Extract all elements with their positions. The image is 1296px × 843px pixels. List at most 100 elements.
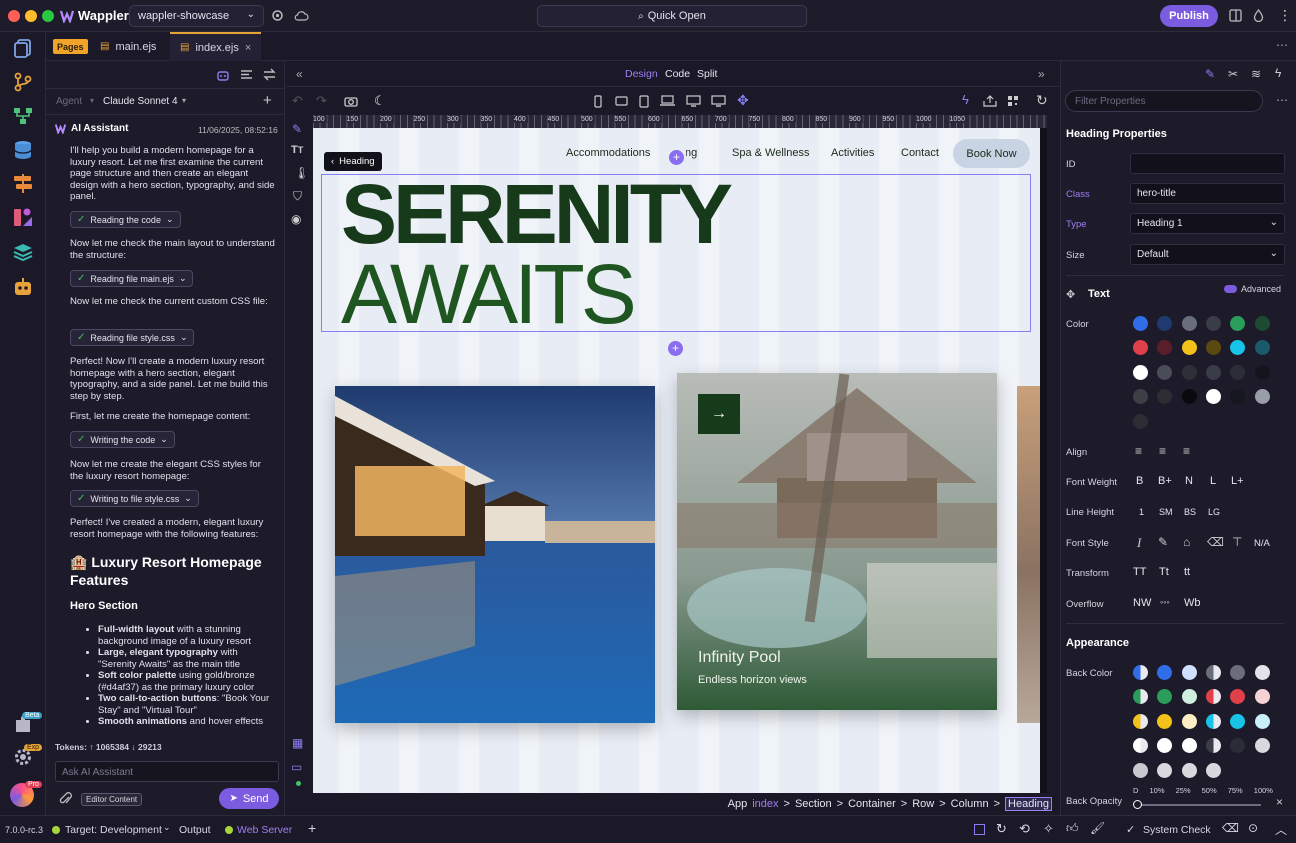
breadcrumb-item-active[interactable]: Heading xyxy=(1005,797,1052,811)
tag-icon[interactable]: ⌂ xyxy=(1183,535,1190,549)
color-swatch[interactable] xyxy=(1157,762,1173,778)
color-swatch[interactable] xyxy=(1181,738,1197,754)
broadcast-icon[interactable]: ⊙ xyxy=(1248,821,1258,835)
color-swatch[interactable] xyxy=(1254,340,1270,356)
clear-close-icon[interactable]: × xyxy=(1276,795,1283,809)
ai-robot-icon[interactable] xyxy=(12,276,34,298)
move-arrows-icon[interactable]: ✥ xyxy=(737,92,749,109)
color-swatch[interactable] xyxy=(1254,389,1270,405)
redo-icon[interactable]: ↷ xyxy=(316,93,327,109)
breadcrumb-item[interactable]: Container xyxy=(848,798,896,810)
square-icon[interactable] xyxy=(974,824,985,835)
color-swatch[interactable] xyxy=(1230,713,1246,729)
italic-icon[interactable]: I xyxy=(1137,535,1141,551)
color-swatch[interactable] xyxy=(1205,738,1221,754)
editor-content-chip[interactable]: Editor Content xyxy=(81,793,143,806)
target-selector[interactable]: Target: Development xyxy=(65,824,162,836)
color-swatch[interactable] xyxy=(1133,665,1148,680)
color-swatch[interactable] xyxy=(1181,340,1197,356)
opacity-slider-track[interactable] xyxy=(1137,804,1261,806)
nav-contact[interactable]: Contact xyxy=(901,147,939,159)
overflow-break-word[interactable]: Wb xyxy=(1184,597,1201,609)
color-swatch[interactable] xyxy=(1254,738,1270,754)
more-horizontal-icon[interactable]: ⋯ xyxy=(1276,93,1288,107)
more-horizontal-icon[interactable]: ⋯ xyxy=(1276,38,1288,52)
design-canvas[interactable]: ‹Heading Accommodations Dining + Spa & W… xyxy=(313,128,1047,793)
transform-lowercase[interactable]: tt xyxy=(1184,566,1190,578)
layout-panel-icon[interactable] xyxy=(1229,9,1242,22)
color-swatch[interactable] xyxy=(1205,713,1221,729)
chat-input[interactable]: Ask AI Assistant xyxy=(55,761,279,782)
collapse-right-icon[interactable]: » xyxy=(1038,67,1045,81)
brush-icon[interactable]: 🖌︎ xyxy=(1090,821,1105,835)
align-center-icon[interactable]: ≡ xyxy=(1159,444,1166,458)
workflow-icon[interactable] xyxy=(12,105,34,127)
swap-icon[interactable] xyxy=(263,68,276,81)
insert-plus-icon[interactable]: + xyxy=(668,341,683,356)
overflow-nowrap[interactable]: NW xyxy=(1133,597,1151,609)
collapse-left-icon[interactable]: « xyxy=(296,67,303,81)
color-swatch[interactable] xyxy=(1254,364,1270,380)
color-swatch[interactable] xyxy=(1157,364,1173,380)
tablet-landscape-icon[interactable] xyxy=(615,96,628,106)
color-swatch[interactable] xyxy=(1254,665,1270,680)
attachment-icon[interactable] xyxy=(59,791,72,806)
truncate-icon[interactable]: ⊤ xyxy=(1232,535,1242,549)
camera-icon[interactable] xyxy=(344,95,358,107)
insert-plus-icon[interactable]: + xyxy=(669,150,684,165)
edit-icon[interactable]: ✎ xyxy=(1205,67,1215,81)
more-vertical-icon[interactable]: ⋮ xyxy=(1278,7,1292,24)
design-tools-icon[interactable] xyxy=(12,206,34,228)
tab-index-ejs[interactable]: ▤ index.ejs × xyxy=(170,32,262,61)
color-swatch[interactable] xyxy=(1133,762,1148,778)
sparkle-icon[interactable]: ✧ xyxy=(1043,821,1054,837)
opacity-slider-handle[interactable] xyxy=(1133,800,1142,809)
weight-light[interactable]: L xyxy=(1210,475,1216,487)
layers-icon[interactable] xyxy=(12,241,34,263)
transform-uppercase[interactable]: TT xyxy=(1133,566,1146,578)
drop-icon[interactable] xyxy=(1253,9,1264,22)
breadcrumb-item[interactable]: Section xyxy=(795,798,832,810)
system-check-button[interactable]: System Check xyxy=(1143,824,1211,836)
advanced-toggle[interactable] xyxy=(1224,285,1237,293)
breadcrumb-item[interactable]: Column xyxy=(951,798,989,810)
overflow-ellipsis[interactable]: ◦◦◦ xyxy=(1160,597,1170,607)
share-icon[interactable] xyxy=(983,95,997,107)
minimize-window-button[interactable] xyxy=(25,10,37,22)
eraser-icon[interactable]: ⌫ xyxy=(1222,821,1239,835)
add-plus-icon[interactable]: + xyxy=(308,820,316,836)
breadcrumb-item[interactable]: index xyxy=(752,798,778,810)
refresh-icon[interactable]: ↻ xyxy=(996,821,1007,837)
size-select[interactable]: Default ⌄ xyxy=(1130,244,1285,265)
tool-chip-reading-code[interactable]: ✓ Reading the code ⌄ xyxy=(70,211,181,228)
filter-properties-input[interactable]: Filter Properties xyxy=(1065,90,1263,112)
laptop-icon[interactable] xyxy=(660,95,675,107)
dropper-icon[interactable]: 🌡︎ xyxy=(294,166,309,180)
cloud-icon[interactable] xyxy=(294,9,309,22)
color-swatch[interactable] xyxy=(1205,762,1221,778)
close-icon[interactable]: × xyxy=(245,42,251,54)
color-swatch[interactable] xyxy=(1181,689,1197,705)
thumbs-up-icon[interactable]: 👍︎ xyxy=(1066,821,1079,836)
infinity-pool-card[interactable]: → Infinity Pool Endless horizon views xyxy=(677,373,997,710)
large-desktop-icon[interactable] xyxy=(711,95,726,107)
nav-activities[interactable]: Activities xyxy=(831,147,874,159)
project-selector[interactable]: wappler-showcase ⌄ xyxy=(129,5,264,27)
color-swatch[interactable] xyxy=(1181,713,1197,729)
pages-icon[interactable] xyxy=(12,37,34,59)
tab-design[interactable]: Design xyxy=(625,68,658,80)
color-swatch[interactable] xyxy=(1205,316,1221,331)
line-height-lg[interactable]: LG xyxy=(1208,507,1220,517)
id-field[interactable] xyxy=(1130,153,1285,174)
breadcrumb-item[interactable]: App xyxy=(728,798,748,810)
color-swatch[interactable] xyxy=(1133,413,1148,429)
qr-code-icon[interactable] xyxy=(1007,95,1019,107)
web-server-button[interactable]: Web Server xyxy=(237,824,292,836)
publish-button[interactable]: Publish xyxy=(1160,5,1218,27)
line-height-bs[interactable]: BS xyxy=(1184,507,1196,517)
align-left-icon[interactable]: ≡ xyxy=(1135,444,1142,458)
database-icon[interactable] xyxy=(12,139,34,161)
maximize-window-button[interactable] xyxy=(42,10,54,22)
grid-icon[interactable]: ▦ xyxy=(292,736,303,750)
tool-chip-read-style[interactable]: ✓ Reading file style.css ⌄ xyxy=(70,329,195,346)
